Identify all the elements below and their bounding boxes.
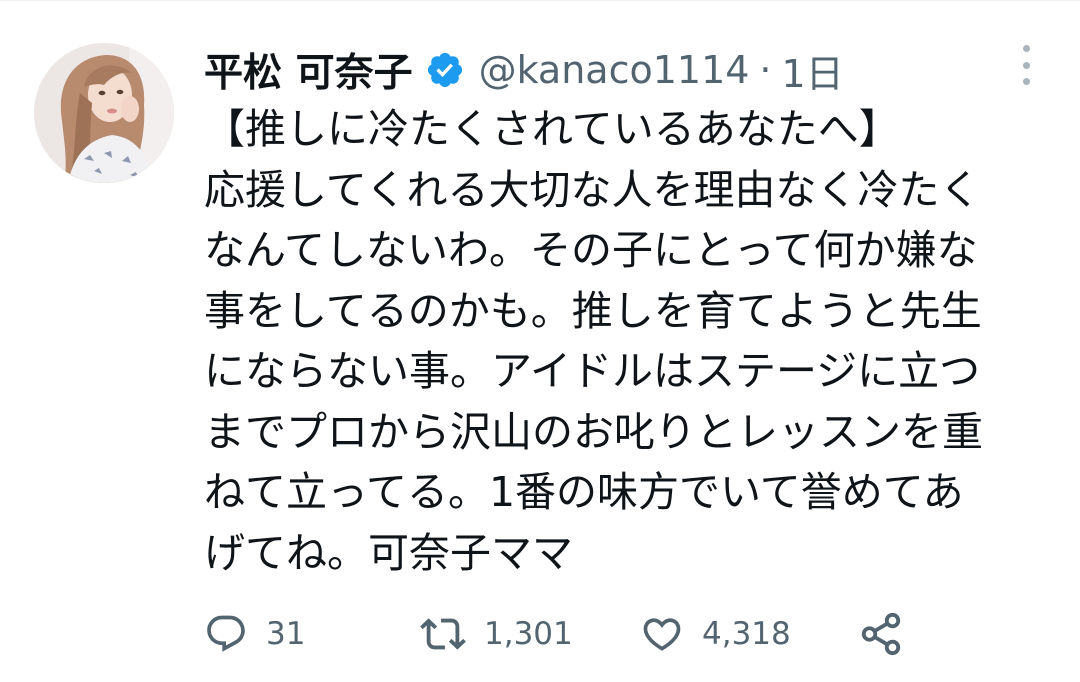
avatar-photo [34, 43, 174, 183]
more-dot [1022, 61, 1030, 69]
retweet-button[interactable]: 1,301 [420, 609, 573, 659]
more-dot [1022, 45, 1030, 52]
author-name[interactable]: 平松 可奈子 [204, 42, 413, 98]
separator-dot: · [759, 48, 772, 92]
tweet-text: 【推しに冷たくされているあなたへ】 応援してくれる大切な人を理由なく冷たく なん… [204, 99, 1054, 583]
more-vertical-icon[interactable] [1014, 45, 1038, 85]
reply-bubble-icon [207, 615, 245, 652]
retweet-icon [420, 618, 466, 650]
reply-button[interactable]: 31 [204, 609, 305, 659]
tweet-text-line: ねて立ってる。1番の味方でいて誉めてあ [204, 468, 964, 516]
tweet-text-line: までプロから沢山のお叱りとレッスンを重 [204, 407, 983, 456]
like-button[interactable]: 4,318 [640, 609, 791, 659]
tweet-timestamp[interactable]: 1日 [782, 43, 844, 98]
retweet-count: 1,301 [484, 616, 573, 652]
like-count: 4,318 [702, 616, 791, 652]
share-button[interactable] [858, 609, 904, 659]
share-icon [861, 612, 901, 656]
tweet-text-line: 【推しに冷たくされているあなたへ】 [204, 105, 900, 153]
author-handle[interactable]: @kanaco1114 [479, 48, 750, 92]
verified-badge-icon [425, 50, 465, 90]
more-dot [1022, 78, 1030, 85]
avatar[interactable] [34, 43, 174, 183]
tweet-text-line: 事をしてるのかも。推しを育てようと先生 [204, 286, 982, 335]
tweet-text-line: げてね。可奈子ママ [204, 528, 573, 577]
tweet-text-line: なんてしないわ。その子にとって何か嫌な [204, 226, 978, 274]
tweet-text-line: 応援してくれる大切な人を理由なく冷たく [204, 165, 981, 214]
tweet-actions: 31 1,301 4,318 [204, 609, 924, 659]
tweet-card[interactable]: 平松 可奈子 @kanaco1114 · 1日 【推しに冷たくされているあなたへ… [0, 0, 1080, 682]
tweet-text-line: にならない事。アイドルはステージに立つ [204, 347, 981, 395]
tweet-header: 平松 可奈子 @kanaco1114 · 1日 [204, 41, 844, 99]
reply-count: 31 [266, 616, 306, 652]
heart-icon [643, 618, 681, 651]
